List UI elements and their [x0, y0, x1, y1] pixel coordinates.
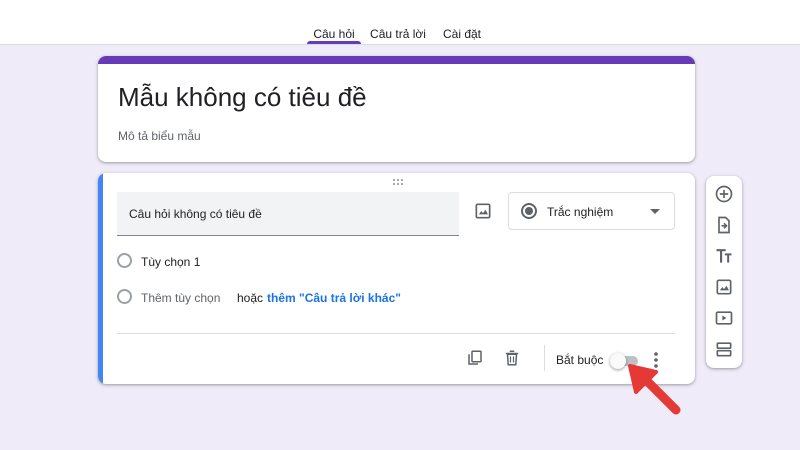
- active-tab-indicator: [307, 41, 361, 44]
- add-option-row: Thêm tùy chọn hoặc thêm "Câu trả lời khá…: [117, 289, 437, 307]
- chevron-down-icon: [650, 209, 660, 214]
- add-option-link[interactable]: Thêm tùy chọn: [141, 291, 220, 305]
- tab-questions[interactable]: Câu hỏi: [307, 0, 361, 45]
- active-question-indicator: [98, 173, 103, 384]
- radio-icon: [117, 289, 132, 304]
- tab-responses[interactable]: Câu trả lời: [367, 0, 429, 45]
- side-toolbar: [706, 176, 742, 368]
- delete-icon[interactable]: [503, 349, 521, 367]
- question-title-placeholder: Câu hỏi không có tiêu đề: [129, 207, 262, 221]
- footer-divider: [117, 333, 675, 334]
- annotation-arrow-icon: [622, 364, 682, 416]
- footer-vertical-divider: [544, 345, 545, 371]
- duplicate-icon[interactable]: [466, 349, 484, 367]
- add-title-icon[interactable]: [714, 246, 734, 266]
- radio-icon: [117, 253, 132, 268]
- question-card[interactable]: Câu hỏi không có tiêu đề Trắc nghiệm Tùy…: [98, 173, 695, 384]
- add-image-icon[interactable]: [473, 201, 493, 221]
- add-video-icon[interactable]: [714, 308, 734, 328]
- multiple-choice-icon: [521, 203, 537, 219]
- question-type-label: Trắc nghiệm: [547, 205, 614, 219]
- question-title-input[interactable]: Câu hỏi không có tiêu đề: [117, 192, 459, 236]
- add-section-icon[interactable]: [714, 339, 734, 359]
- tab-settings[interactable]: Cài đặt: [437, 0, 487, 45]
- add-question-icon[interactable]: [714, 184, 734, 204]
- title-card-accent: [98, 56, 695, 64]
- required-label: Bắt buộc: [556, 353, 604, 367]
- form-title[interactable]: Mẫu không có tiêu đề: [118, 82, 367, 113]
- top-tab-bar: Câu hỏi Câu trả lời Cài đặt: [0, 0, 800, 45]
- question-type-dropdown[interactable]: Trắc nghiệm: [508, 192, 675, 230]
- import-questions-icon[interactable]: [714, 215, 734, 235]
- or-text: hoặc: [237, 291, 264, 305]
- drag-handle-icon[interactable]: [392, 178, 404, 186]
- option-label[interactable]: Tùy chọn 1: [141, 255, 200, 269]
- add-image-icon[interactable]: [714, 277, 734, 297]
- add-other-answer-link[interactable]: thêm "Câu trả lời khác": [267, 291, 401, 305]
- form-title-card: Mẫu không có tiêu đề Mô tả biểu mẫu: [98, 56, 695, 162]
- form-description-field[interactable]: Mô tả biểu mẫu: [118, 129, 201, 143]
